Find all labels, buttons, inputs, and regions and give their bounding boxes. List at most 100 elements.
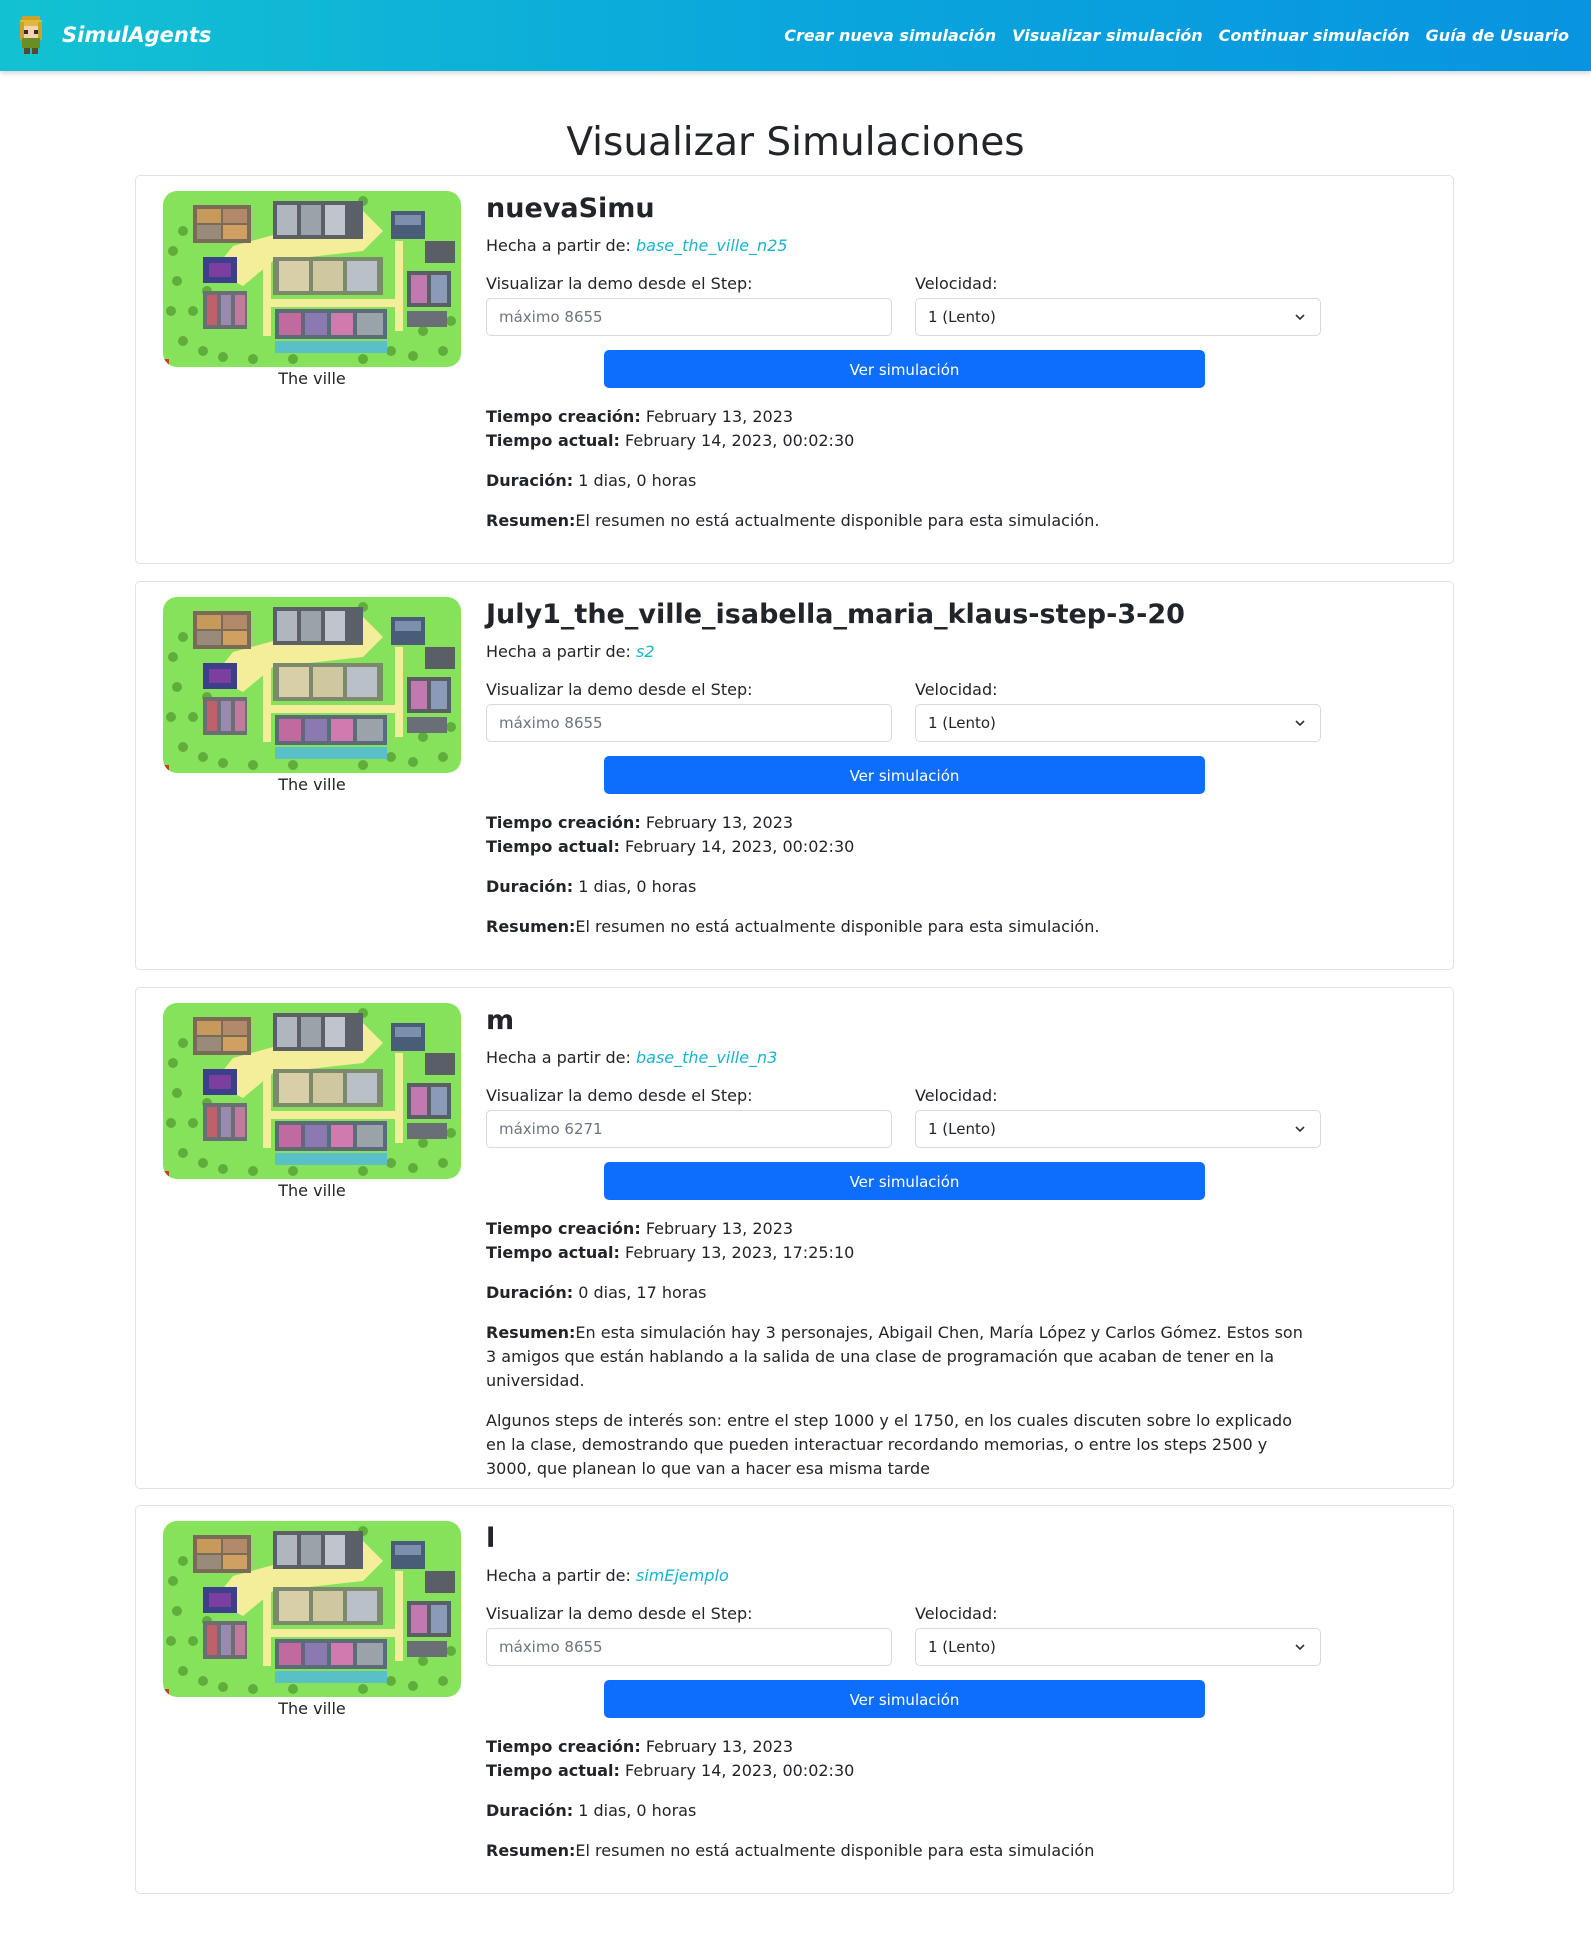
current-value: February 14, 2023, 00:02:30 (625, 431, 855, 450)
created-value: February 13, 2023 (645, 1219, 794, 1238)
origin-line: Hecha a partir de: base_the_ville_n25 (486, 235, 1316, 257)
controls-row: Visualizar la demo desde el Step: Veloci… (486, 1604, 1321, 1666)
map-thumbnail (163, 597, 461, 773)
duration-value: 1 dias, 0 horas (578, 877, 697, 896)
current-label: Tiempo actual: (486, 1761, 620, 1780)
controls-row: Visualizar la demo desde el Step: Veloci… (486, 1086, 1321, 1148)
simulation-info: Tiempo creación: February 13, 2023 Tiemp… (486, 811, 1316, 939)
current-value: February 14, 2023, 00:02:30 (625, 837, 855, 856)
summary-text: El resumen no está actualmente disponibl… (575, 1841, 1095, 1860)
speed-select[interactable]: 1 (Lento) (915, 298, 1321, 336)
created-value: February 13, 2023 (645, 813, 794, 832)
nav-link-continue[interactable]: Continuar simulación (1219, 26, 1410, 45)
speed-select[interactable]: 1 (Lento) (915, 704, 1321, 742)
step-label: Visualizar la demo desde el Step: (486, 1604, 753, 1623)
summary-label: Resumen: (486, 1323, 576, 1342)
duration-value: 0 dias, 17 horas (578, 1283, 707, 1302)
summary-label: Resumen: (486, 1841, 576, 1860)
duration-value: 1 dias, 0 horas (578, 471, 697, 490)
speed-value: 1 (Lento) (928, 1638, 996, 1656)
summary-text: El resumen no está actualmente disponibl… (575, 917, 1100, 936)
map-thumbnail (163, 1521, 461, 1697)
origin-label: Hecha a partir de: (486, 642, 631, 661)
created-label: Tiempo creación: (486, 1219, 641, 1238)
chevron-down-icon (1295, 720, 1305, 727)
map-thumbnail (163, 1003, 461, 1179)
summary-text: En esta simulación hay 3 personajes, Abi… (486, 1323, 1303, 1390)
summary-label: Resumen: (486, 511, 576, 530)
nav-link-visualize[interactable]: Visualizar simulación (1012, 26, 1203, 45)
simulation-name: nuevaSimu (486, 193, 655, 224)
nav-link-guide[interactable]: Guía de Usuario (1426, 26, 1569, 45)
created-label: Tiempo creación: (486, 1737, 641, 1756)
speed-value: 1 (Lento) (928, 308, 996, 326)
step-label: Visualizar la demo desde el Step: (486, 274, 753, 293)
current-label: Tiempo actual: (486, 431, 620, 450)
simulation-card: The ville l Hecha a partir de: simEjempl… (135, 1505, 1454, 1894)
chevron-down-icon (1295, 314, 1305, 321)
current-label: Tiempo actual: (486, 837, 620, 856)
speed-label: Velocidad: (915, 274, 998, 293)
simulation-name: July1_the_ville_isabella_maria_klaus-ste… (486, 599, 1185, 630)
step-label: Visualizar la demo desde el Step: (486, 1086, 753, 1105)
duration-label: Duración: (486, 877, 574, 896)
speed-select[interactable]: 1 (Lento) (915, 1628, 1321, 1666)
summary-label: Resumen: (486, 917, 576, 936)
speed-select[interactable]: 1 (Lento) (915, 1110, 1321, 1148)
duration-label: Duración: (486, 1801, 574, 1820)
step-input[interactable] (486, 1628, 892, 1666)
current-label: Tiempo actual: (486, 1243, 620, 1262)
simulation-card: The ville nuevaSimu Hecha a partir de: b… (135, 175, 1454, 564)
chevron-down-icon (1295, 1644, 1305, 1651)
simulation-name: m (486, 1005, 515, 1036)
created-label: Tiempo creación: (486, 407, 641, 426)
brand[interactable]: SimulAgents (14, 14, 211, 56)
map-thumbnail (163, 191, 461, 367)
speed-label: Velocidad: (915, 1086, 998, 1105)
map-caption: The ville (278, 775, 346, 794)
duration-label: Duración: (486, 1283, 574, 1302)
speed-value: 1 (Lento) (928, 1120, 996, 1138)
map-caption: The ville (278, 1181, 346, 1200)
nav-links: Crear nueva simulación Visualizar simula… (768, 0, 1569, 71)
origin-link[interactable]: s2 (636, 642, 655, 661)
step-label: Visualizar la demo desde el Step: (486, 680, 753, 699)
brand-name: SimulAgents (62, 23, 212, 47)
speed-label: Velocidad: (915, 680, 998, 699)
page-title: Visualizar Simulaciones (566, 120, 1025, 165)
step-input[interactable] (486, 704, 892, 742)
origin-line: Hecha a partir de: simEjemplo (486, 1565, 1316, 1587)
simulation-name: l (486, 1523, 496, 1554)
simulation-card: The ville m Hecha a partir de: base_the_… (135, 987, 1454, 1489)
top-navbar: SimulAgents Crear nueva simulación Visua… (0, 0, 1591, 71)
view-simulation-button[interactable]: Ver simulación (604, 1162, 1205, 1200)
duration-label: Duración: (486, 471, 574, 490)
simulation-card: The ville July1_the_ville_isabella_maria… (135, 581, 1454, 970)
map-caption: The ville (278, 1699, 346, 1718)
view-simulation-button[interactable]: Ver simulación (604, 1680, 1205, 1718)
origin-link[interactable]: base_the_ville_n25 (636, 236, 788, 255)
origin-label: Hecha a partir de: (486, 1566, 631, 1585)
created-label: Tiempo creación: (486, 813, 641, 832)
map-caption: The ville (278, 369, 346, 388)
step-input[interactable] (486, 1110, 892, 1148)
controls-row: Visualizar la demo desde el Step: Veloci… (486, 680, 1321, 742)
current-value: February 13, 2023, 17:25:10 (625, 1243, 855, 1262)
origin-link[interactable]: base_the_ville_n3 (636, 1048, 777, 1067)
created-value: February 13, 2023 (645, 407, 794, 426)
speed-label: Velocidad: (915, 1604, 998, 1623)
created-value: February 13, 2023 (645, 1737, 794, 1756)
summary-extra-text: Algunos steps de interés son: entre el s… (486, 1411, 1292, 1478)
step-input[interactable] (486, 298, 892, 336)
origin-link[interactable]: simEjemplo (636, 1566, 729, 1585)
view-simulation-button[interactable]: Ver simulación (604, 350, 1205, 388)
origin-label: Hecha a partir de: (486, 1048, 631, 1067)
controls-row: Visualizar la demo desde el Step: Veloci… (486, 274, 1321, 336)
speed-value: 1 (Lento) (928, 714, 996, 732)
duration-value: 1 dias, 0 horas (578, 1801, 697, 1820)
simulation-info: Tiempo creación: February 13, 2023 Tiemp… (486, 405, 1316, 533)
view-simulation-button[interactable]: Ver simulación (604, 756, 1205, 794)
current-value: February 14, 2023, 00:02:30 (625, 1761, 855, 1780)
pixel-character-logo-icon (20, 16, 42, 54)
nav-link-create[interactable]: Crear nueva simulación (784, 26, 996, 45)
